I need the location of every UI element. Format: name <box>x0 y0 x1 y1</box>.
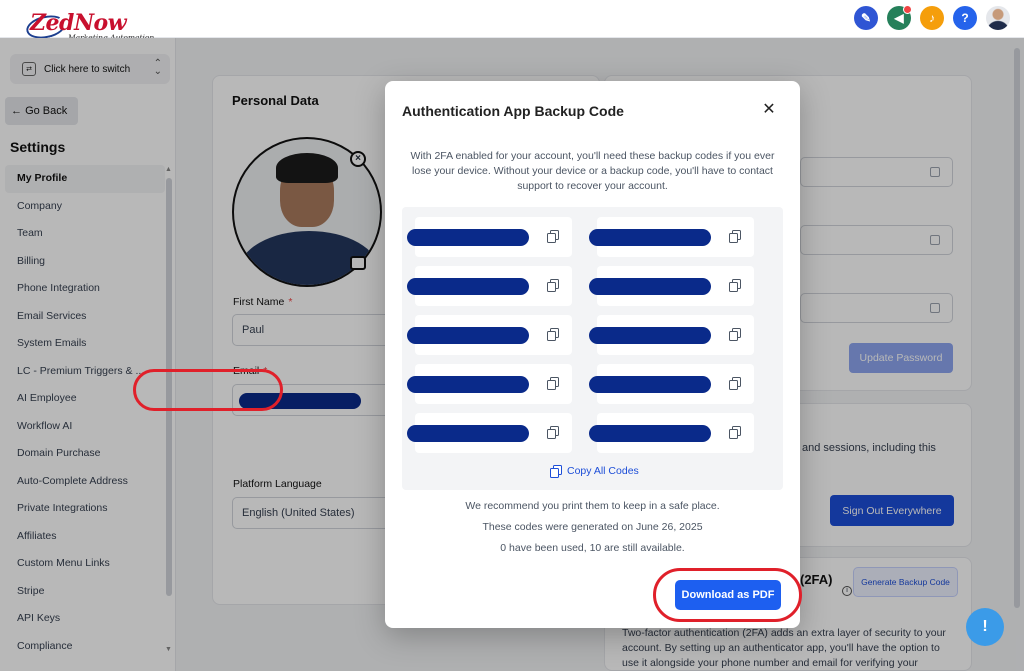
code-redaction <box>589 327 711 344</box>
bell-icon[interactable]: ♪ <box>920 6 944 30</box>
copy-icon[interactable] <box>547 377 559 390</box>
backup-code <box>407 266 572 306</box>
code-redaction <box>407 376 529 393</box>
code-redaction <box>589 376 711 393</box>
chat-icon[interactable]: ! <box>966 608 1004 646</box>
generated-note: These codes were generated on June 26, 2… <box>482 521 703 533</box>
pencil-icon[interactable]: ✎ <box>854 6 878 30</box>
copy-icon[interactable] <box>729 426 741 439</box>
backup-code <box>407 217 572 257</box>
modal-description: With 2FA enabled for your account, you'l… <box>410 150 775 192</box>
modal-title: Authentication App Backup Code <box>402 103 624 119</box>
code-redaction <box>407 327 529 344</box>
copy-icon[interactable] <box>547 279 559 292</box>
backup-code <box>589 315 754 355</box>
code-redaction <box>589 229 711 246</box>
copy-icon[interactable] <box>729 279 741 292</box>
top-bar: ZedNow Marketing Automation ✎ ◀ ♪ ? <box>0 0 1024 42</box>
codes-panel: Copy All Codes <box>402 207 783 490</box>
top-icons: ✎ ◀ ♪ ? <box>854 5 1010 30</box>
copy-icon[interactable] <box>729 328 741 341</box>
print-note: We recommend you print them to keep in a… <box>465 500 720 512</box>
code-redaction <box>407 278 529 295</box>
copy-all-codes-button[interactable]: Copy All Codes <box>550 465 639 478</box>
code-redaction <box>589 278 711 295</box>
copy-all-label: Copy All Codes <box>567 465 639 477</box>
copy-icon[interactable] <box>547 328 559 341</box>
copy-icon[interactable] <box>729 230 741 243</box>
backup-code <box>589 266 754 306</box>
backup-code-modal: Authentication App Backup Code ✕ With 2F… <box>385 81 800 628</box>
copy-icon[interactable] <box>729 377 741 390</box>
backup-code <box>407 413 572 453</box>
backup-code <box>589 217 754 257</box>
backup-code <box>589 364 754 404</box>
help-icon[interactable]: ? <box>953 6 977 30</box>
backup-code <box>407 364 572 404</box>
highlight-circle-copy-all <box>133 369 283 411</box>
code-redaction <box>407 229 529 246</box>
copy-icon[interactable] <box>547 426 559 439</box>
backup-code <box>407 315 572 355</box>
copy-icon[interactable] <box>547 230 559 243</box>
usage-note: 0 have been used, 10 are still available… <box>500 542 685 554</box>
code-redaction <box>589 425 711 442</box>
highlight-circle-download-pdf <box>653 568 802 622</box>
copy-icon <box>550 465 562 478</box>
close-icon[interactable]: ✕ <box>761 102 777 118</box>
user-avatar[interactable] <box>986 6 1010 30</box>
code-redaction <box>407 425 529 442</box>
backup-code <box>589 413 754 453</box>
megaphone-icon[interactable]: ◀ <box>887 5 912 30</box>
